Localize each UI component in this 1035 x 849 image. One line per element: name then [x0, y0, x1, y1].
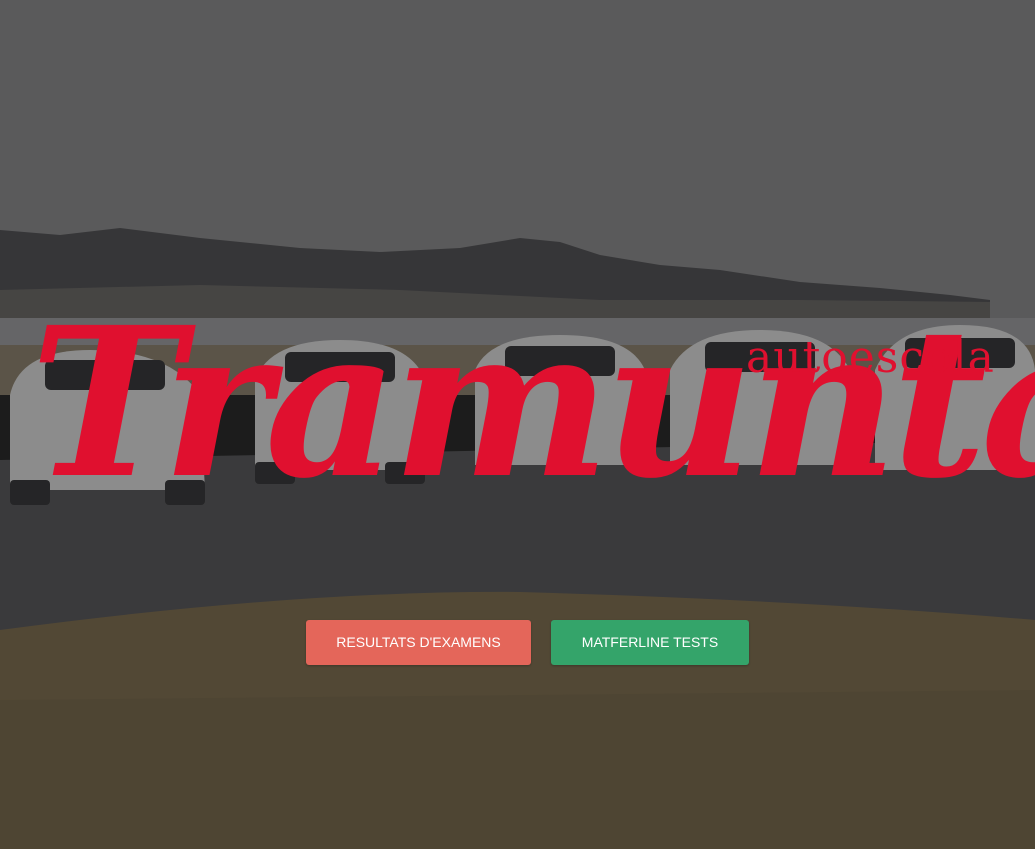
brand-logo: Tramuntana [30, 282, 1035, 524]
hero-section: Tramuntana autoescola RESULTATS D'EXAMEN… [0, 0, 1035, 849]
exam-results-button[interactable]: RESULTATS D'EXAMENS [306, 620, 531, 665]
matferline-tests-button[interactable]: MATFERLINE TESTS [551, 620, 749, 665]
brand-subtitle: autoescola [746, 332, 995, 383]
